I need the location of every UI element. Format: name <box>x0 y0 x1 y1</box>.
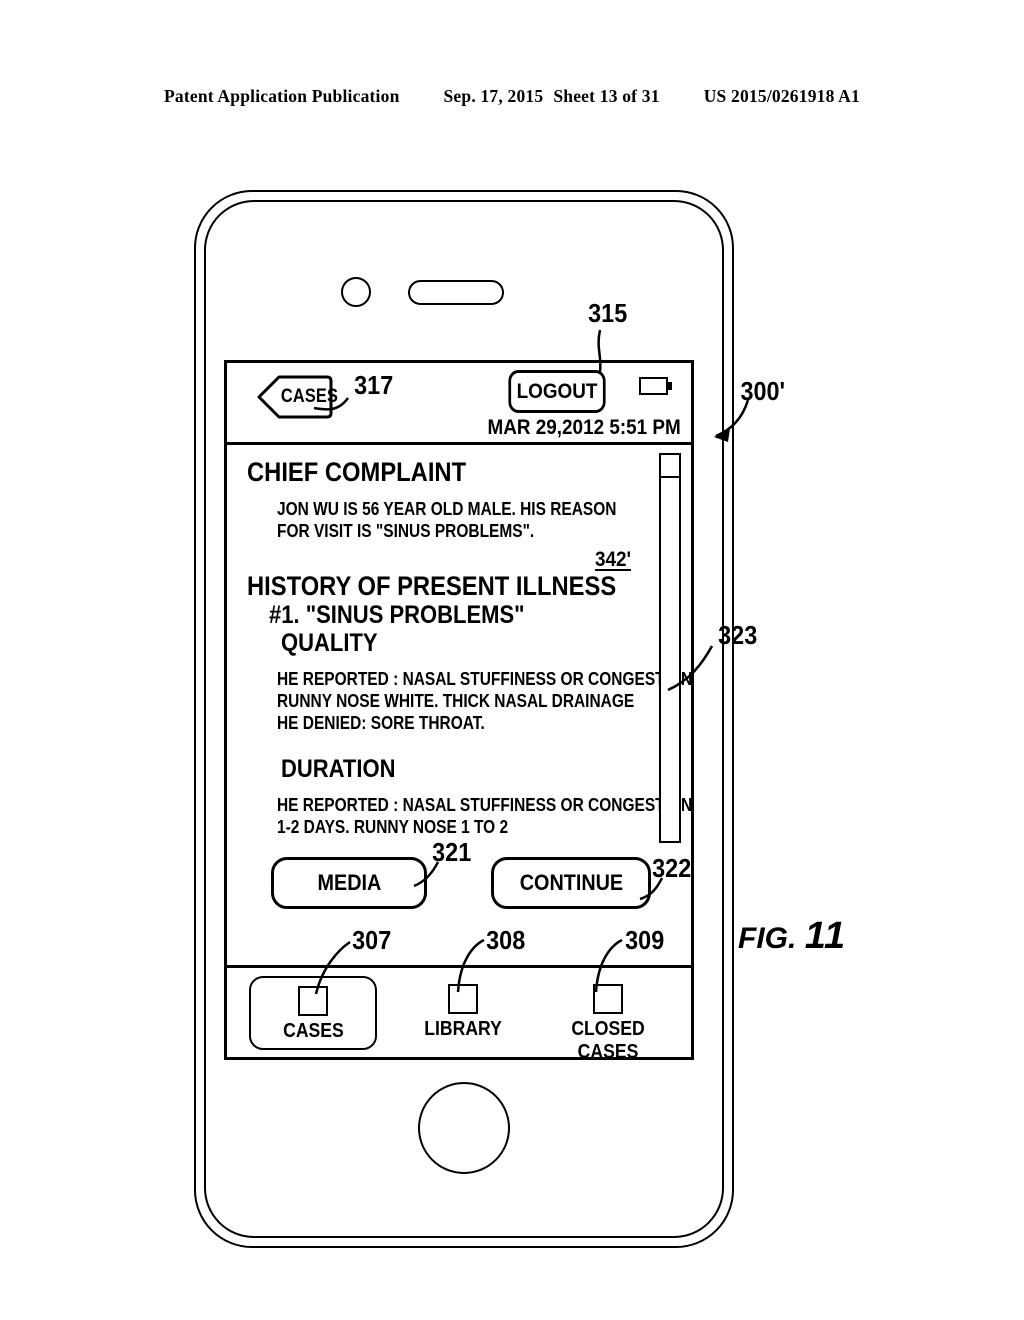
quality-line: HE DENIED: SORE THROAT. <box>277 713 485 734</box>
scrollbar-thumb[interactable] <box>661 455 679 478</box>
hpi-heading: HISTORY OF PRESENT ILLNESS <box>247 571 617 602</box>
patent-number: US 2015/0261918 A1 <box>703 86 860 106</box>
logout-button-label: LOGOUT <box>516 380 598 403</box>
publication-date: Sep. 17, 2015 <box>443 86 544 106</box>
navigation-bar: CASES LOGOUT MAR 29,2012 5:51 PM <box>227 363 691 445</box>
quality-heading: QUALITY <box>281 629 378 658</box>
publication-label: Patent Application Publication <box>164 86 400 106</box>
tab-library-label: LIBRARY <box>424 1018 502 1040</box>
clinical-note-text: CHIEF COMPLAINT JON WU IS 56 YEAR OLD MA… <box>247 455 694 839</box>
phone-device-outline: CASES LOGOUT MAR 29,2012 5:51 PM CHIEF C… <box>194 190 734 1248</box>
tab-cases-label: CASES <box>282 1020 344 1042</box>
continue-button[interactable]: CONTINUE <box>491 857 651 909</box>
media-button[interactable]: MEDIA <box>271 857 427 909</box>
reference-numeral-322: 322 <box>652 853 692 883</box>
speaker-icon <box>408 280 504 305</box>
chief-complaint-line: FOR VISIT IS "SINUS PROBLEMS". <box>277 521 535 542</box>
reference-numeral-321: 321 <box>432 837 472 867</box>
closed-cases-icon <box>593 984 623 1014</box>
reference-numeral-308: 308 <box>486 925 526 955</box>
home-button[interactable] <box>418 1082 510 1174</box>
library-icon <box>448 984 478 1014</box>
quality-line: RUNNY NOSE WHITE. THICK NASAL DRAINAGE <box>277 691 635 712</box>
duration-line: 1-2 DAYS. RUNNY NOSE 1 TO 2 <box>277 817 509 838</box>
tab-cases[interactable]: CASES <box>249 976 377 1050</box>
reference-numeral-315: 315 <box>588 298 628 328</box>
media-button-label: MEDIA <box>317 870 381 895</box>
duration-heading: DURATION <box>281 755 396 784</box>
battery-icon <box>639 377 673 395</box>
problem-item: #1. "SINUS PROBLEMS" <box>269 601 525 630</box>
figure-label-number: 11 <box>804 915 847 957</box>
continue-button-label: CONTINUE <box>519 870 623 895</box>
chief-complaint-line: JON WU IS 56 YEAR OLD MALE. HIS REASON <box>277 499 617 520</box>
figure-label-prefix: FIG. <box>738 922 797 955</box>
back-button-cases[interactable]: CASES <box>257 375 339 419</box>
logout-button[interactable]: LOGOUT <box>508 370 606 413</box>
chief-complaint-heading: CHIEF COMPLAINT <box>247 457 467 487</box>
vertical-scrollbar[interactable] <box>659 453 681 843</box>
reference-numeral-323: 323 <box>718 620 758 650</box>
tab-closed-cases-label: CLOSED CASES <box>571 1018 645 1060</box>
back-button-label: CASES <box>280 386 339 407</box>
content-area: CHIEF COMPLAINT JON WU IS 56 YEAR OLD MA… <box>227 445 691 965</box>
sheet-number: Sheet 13 of 31 <box>553 86 660 106</box>
quality-line: HE REPORTED : NASAL STUFFINESS OR CONGES… <box>277 669 694 690</box>
reference-numeral-309: 309 <box>625 925 665 955</box>
reference-numeral-342: 342' <box>594 548 631 571</box>
patent-page-header: Patent Application Publication Sep. 17, 2… <box>0 86 1024 107</box>
figure-label: FIG. 11 <box>738 915 846 958</box>
camera-icon <box>341 277 371 307</box>
bottom-tab-bar: CASES LIBRARY CLOSED CASES <box>227 965 691 1057</box>
reference-numeral-300: 300' <box>740 376 786 406</box>
reference-numeral-307: 307 <box>352 925 392 955</box>
datetime-label: MAR 29,2012 5:51 PM <box>487 416 681 439</box>
phone-screen: CASES LOGOUT MAR 29,2012 5:51 PM CHIEF C… <box>224 360 694 1060</box>
cases-icon <box>298 986 328 1016</box>
tab-library[interactable]: LIBRARY <box>399 976 527 1050</box>
reference-numeral-317: 317 <box>354 370 394 400</box>
duration-line: HE REPORTED : NASAL STUFFINESS OR CONGES… <box>277 795 693 816</box>
tab-closed-cases[interactable]: CLOSED CASES <box>533 976 683 1057</box>
